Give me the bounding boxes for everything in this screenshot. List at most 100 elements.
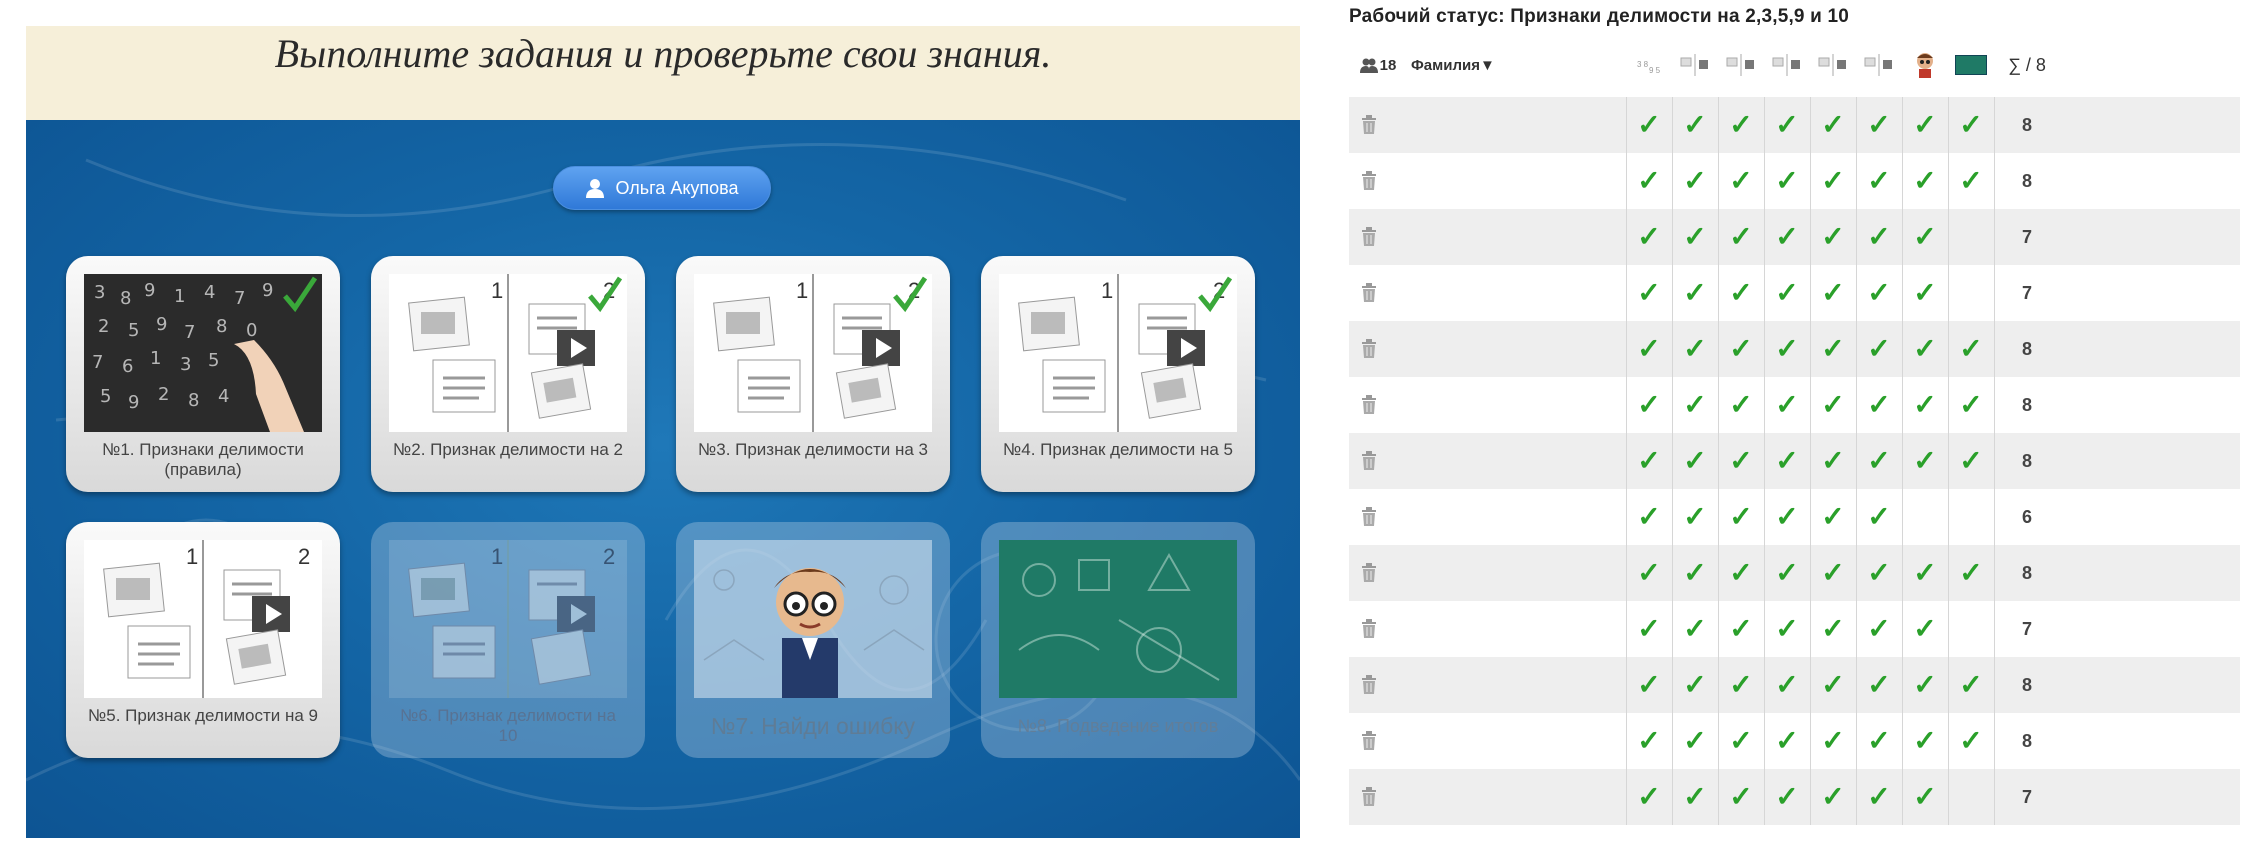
svg-text:5: 5 xyxy=(208,350,219,371)
task-8-status-cell: ✓ xyxy=(1948,657,1994,713)
task-2-header-icon xyxy=(1672,40,1718,90)
table-row: ✓ ✓ ✓ ✓ ✓ ✓ ✓ ✓ 8 xyxy=(1349,433,2240,489)
page-number: 2 xyxy=(298,544,311,569)
student-name-cell xyxy=(1411,601,1611,657)
score-sum: 8 xyxy=(2021,338,2032,359)
trash-icon[interactable] xyxy=(1361,283,1377,303)
trash-icon[interactable] xyxy=(1361,563,1377,583)
task-8-status-cell: ✓ xyxy=(1948,713,1994,769)
book-spread-thumb: 1 2 xyxy=(999,274,1237,432)
task-2-status-cell: ✓ xyxy=(1672,433,1718,489)
check-icon: ✓ xyxy=(1821,109,1845,140)
trash-icon[interactable] xyxy=(1361,507,1377,527)
green-chalkboard-thumb xyxy=(999,540,1237,698)
task-caption: №7. Найди ошибку xyxy=(710,713,916,739)
student-name-cell xyxy=(1411,545,1611,601)
svg-text:4: 4 xyxy=(218,386,229,407)
task-caption: №1. Признаки делимости (правила) xyxy=(102,440,304,479)
user-button[interactable]: Ольга Акупова xyxy=(553,166,771,210)
task-3-status-cell: ✓ xyxy=(1718,601,1764,657)
task-7-status-cell: ✓ xyxy=(1902,265,1948,321)
task-card-5[interactable]: 1 2 №5. Признак делимости на 9 xyxy=(66,522,340,758)
table-row: ✓ ✓ ✓ ✓ ✓ ✓ ✓ 7 xyxy=(1349,769,2240,825)
task-4-status-cell: ✓ xyxy=(1764,209,1810,265)
task-caption: №3. Признак делимости на 3 xyxy=(698,440,928,459)
task-6-status-cell: ✓ xyxy=(1856,489,1902,545)
score-sum: 7 xyxy=(2021,226,2032,247)
trash-icon[interactable] xyxy=(1361,731,1377,751)
score-sum: 8 xyxy=(2021,674,2032,695)
svg-text:2: 2 xyxy=(158,384,169,405)
check-icon: ✓ xyxy=(1959,389,1983,420)
surname-sort-header[interactable]: Фамилия▼ xyxy=(1411,40,1531,90)
task-card-2[interactable]: 1 2 №2. Признак делимости на 2 xyxy=(371,256,645,492)
students-count-header: 18 xyxy=(1349,40,1407,90)
check-icon: ✓ xyxy=(1821,221,1845,252)
trash-icon[interactable] xyxy=(1361,675,1377,695)
check-icon: ✓ xyxy=(1683,221,1707,252)
check-icon: ✓ xyxy=(1867,389,1891,420)
check-icon: ✓ xyxy=(1729,725,1753,756)
score-sum: 8 xyxy=(2021,562,2032,583)
check-icon: ✓ xyxy=(1867,613,1891,644)
task-5-status-cell: ✓ xyxy=(1810,601,1856,657)
task-5-status-cell: ✓ xyxy=(1810,433,1856,489)
book-spread-thumb: 1 2 xyxy=(389,540,627,698)
delete-cell xyxy=(1349,209,1389,265)
delete-cell xyxy=(1349,601,1389,657)
check-icon: ✓ xyxy=(1775,781,1799,812)
trash-icon[interactable] xyxy=(1361,115,1377,135)
task-6-status-cell: ✓ xyxy=(1856,265,1902,321)
svg-text:2: 2 xyxy=(98,316,109,337)
trash-icon[interactable] xyxy=(1361,395,1377,415)
task-card-8[interactable]: №8. Подведение итогов xyxy=(981,522,1255,758)
check-icon: ✓ xyxy=(1683,165,1707,196)
task-card-1[interactable]: 3891479 259780 76135 59284 №1. Признаки … xyxy=(66,256,340,492)
delete-cell xyxy=(1349,153,1389,209)
trash-icon[interactable] xyxy=(1361,619,1377,639)
task-card-7[interactable]: №7. Найди ошибку xyxy=(676,522,950,758)
task-6-status-cell: ✓ xyxy=(1856,769,1902,825)
svg-text:5: 5 xyxy=(128,320,139,341)
check-icon: ✓ xyxy=(1913,333,1937,364)
check-icon: ✓ xyxy=(1637,109,1661,140)
task-7-status-cell: ✓ xyxy=(1902,769,1948,825)
task-1-status-cell: ✓ xyxy=(1626,97,1672,153)
task-8-status-cell xyxy=(1948,601,1994,657)
page-title: Выполните задания и проверьте свои знани… xyxy=(274,31,1052,76)
trash-icon[interactable] xyxy=(1361,171,1377,191)
check-icon: ✓ xyxy=(1637,277,1661,308)
svg-text:9 5: 9 5 xyxy=(1649,66,1661,75)
task-card-3[interactable]: 1 2 №3. Признак делимости на 3 xyxy=(676,256,950,492)
delete-cell xyxy=(1349,377,1389,433)
trash-icon[interactable] xyxy=(1361,339,1377,359)
delete-cell xyxy=(1349,433,1389,489)
task-1-status-cell: ✓ xyxy=(1626,769,1672,825)
task-card-6[interactable]: 1 2 №6. Признак делимости на 10 xyxy=(371,522,645,758)
score-sum: 8 xyxy=(2021,450,2032,471)
completed-check-icon xyxy=(893,276,928,313)
header-banner: Выполните задания и проверьте свои знани… xyxy=(26,26,1300,120)
task-6-status-cell: ✓ xyxy=(1856,97,1902,153)
task-6-status-cell: ✓ xyxy=(1856,153,1902,209)
task-2-status-cell: ✓ xyxy=(1672,209,1718,265)
delete-cell xyxy=(1349,657,1389,713)
check-icon: ✓ xyxy=(1683,781,1707,812)
trash-icon[interactable] xyxy=(1361,451,1377,471)
svg-text:7: 7 xyxy=(234,288,245,309)
trash-icon[interactable] xyxy=(1361,227,1377,247)
trash-icon[interactable] xyxy=(1361,787,1377,807)
task-6-status-cell: ✓ xyxy=(1856,321,1902,377)
task-4-status-cell: ✓ xyxy=(1764,377,1810,433)
task-3-status-cell: ✓ xyxy=(1718,97,1764,153)
scientist-boy-thumb xyxy=(694,540,932,698)
task-7-status-cell: ✓ xyxy=(1902,97,1948,153)
check-icon: ✓ xyxy=(1729,501,1753,532)
task-6-status-cell: ✓ xyxy=(1856,657,1902,713)
task-5-status-cell: ✓ xyxy=(1810,209,1856,265)
check-icon: ✓ xyxy=(1821,557,1845,588)
task-card-4[interactable]: 1 2 №4. Признак делимости на 5 xyxy=(981,256,1255,492)
check-icon: ✓ xyxy=(1959,725,1983,756)
check-icon: ✓ xyxy=(1959,333,1983,364)
task-7-header-icon xyxy=(1902,40,1948,90)
